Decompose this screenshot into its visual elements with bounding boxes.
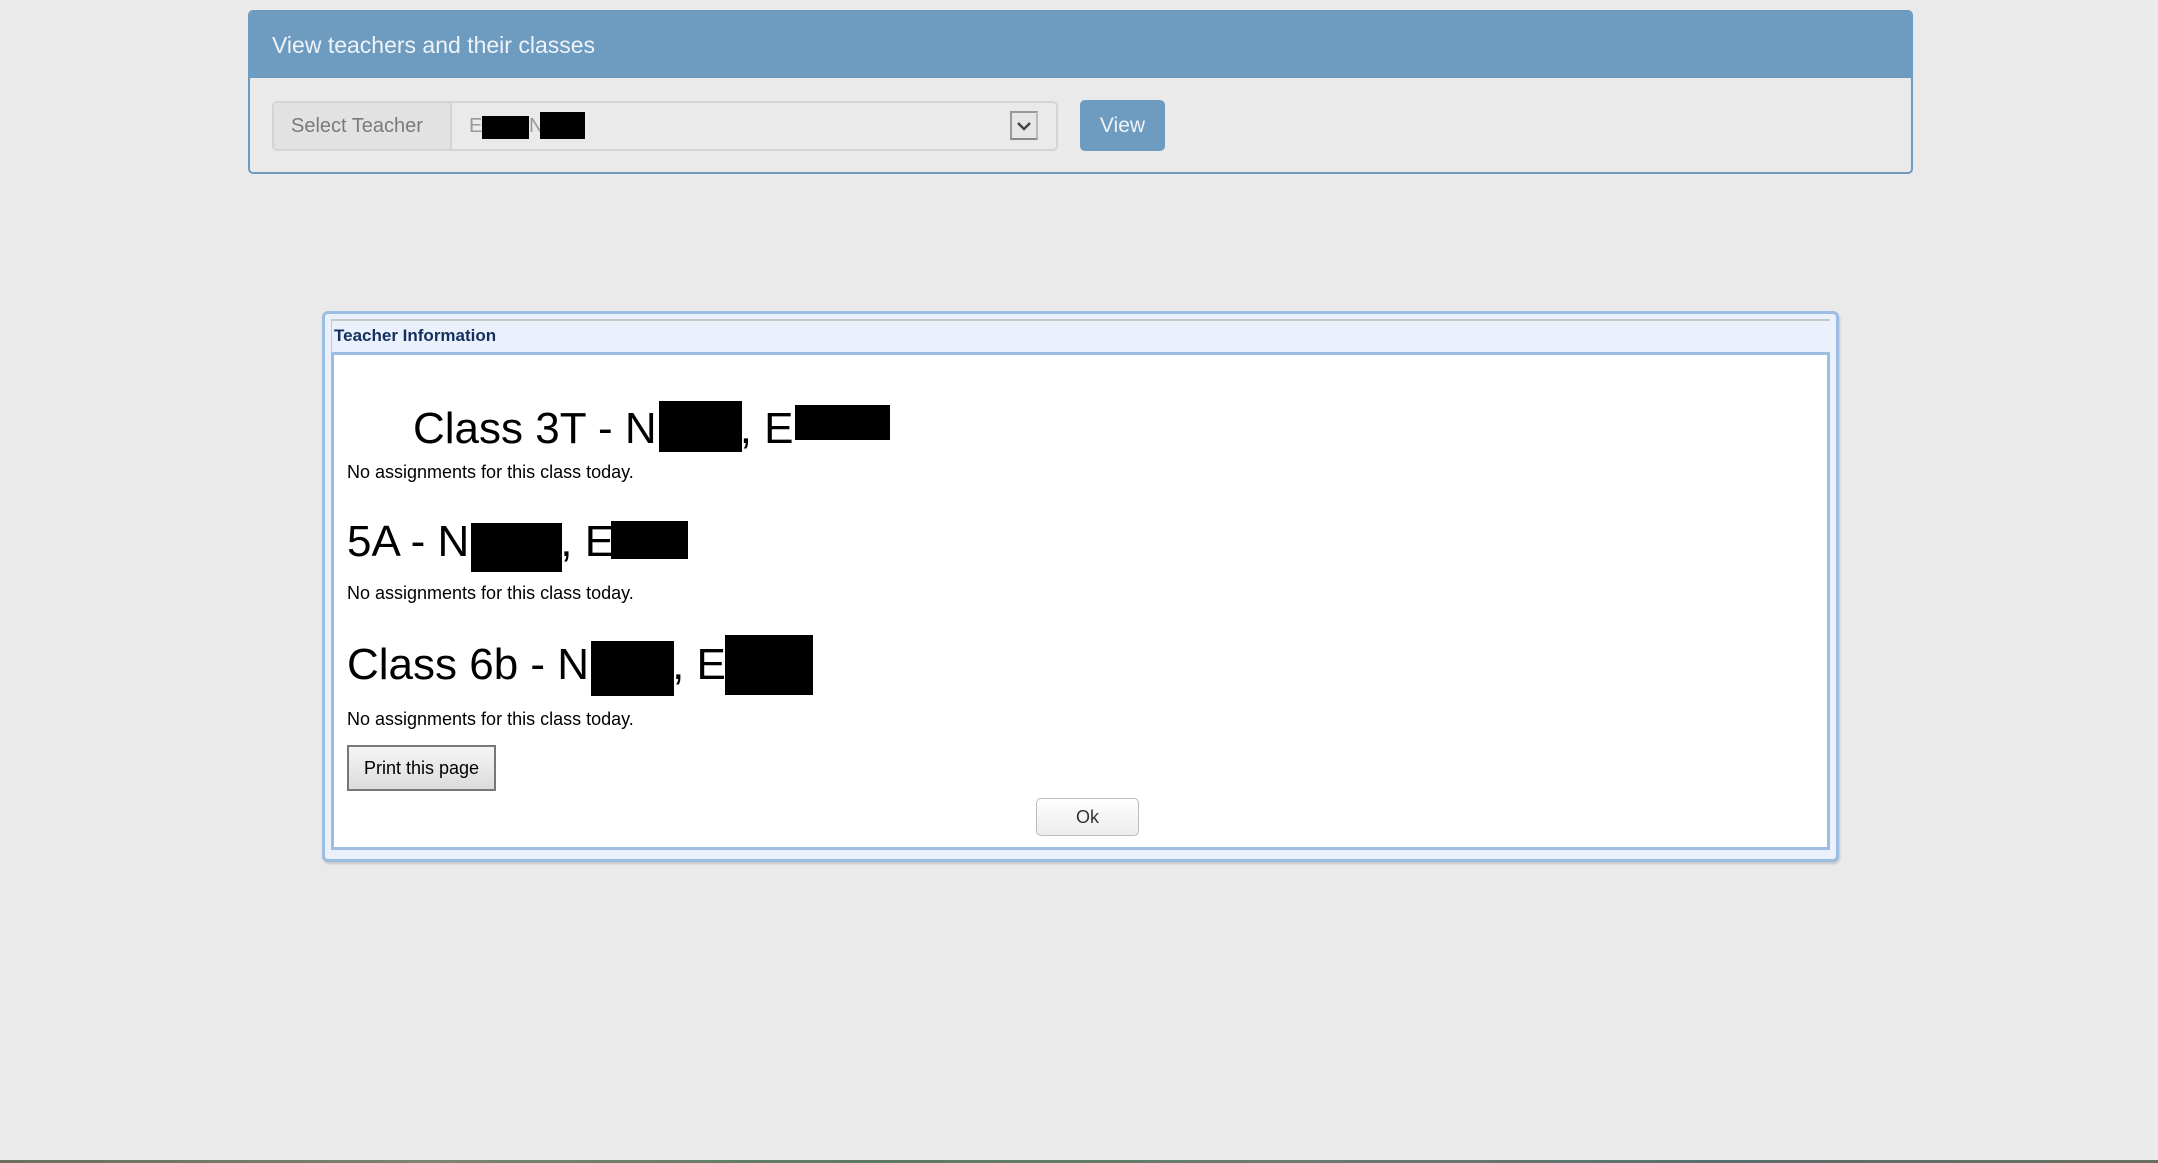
dialog-content: Class 3T - N , E No assignments for this … xyxy=(331,352,1830,850)
redacted-text xyxy=(795,405,890,440)
class-note: No assignments for this class today. xyxy=(347,462,634,482)
print-page-button[interactable]: Print this page xyxy=(347,745,496,791)
class-note: No assignments for this class today. xyxy=(347,709,634,729)
redacted-text xyxy=(659,401,742,452)
select-teacher-label: Select Teacher xyxy=(274,103,452,149)
class-heading-text: , E xyxy=(739,404,794,453)
teacher-information-dialog: Teacher Information Class 3T - N , E No a… xyxy=(322,311,1839,862)
class-heading-text: Class 3T - N xyxy=(413,404,657,453)
redacted-text xyxy=(725,635,813,695)
selected-teacher-initial: E xyxy=(469,115,483,137)
class-heading-text: , E xyxy=(672,640,726,689)
redacted-text xyxy=(471,523,562,572)
redacted-text xyxy=(540,112,585,139)
class-note: No assignments for this class today. xyxy=(347,583,634,603)
teacher-select[interactable]: E N xyxy=(452,103,1056,149)
chevron-down-icon[interactable] xyxy=(1010,111,1038,140)
dialog-title: Teacher Information xyxy=(331,319,1830,352)
redacted-text xyxy=(482,116,529,139)
panel-title: View teachers and their classes xyxy=(250,12,1911,78)
class-heading-text: Class 6b - N xyxy=(347,640,590,689)
teacher-select-group: Select Teacher E N xyxy=(272,101,1058,151)
ok-button[interactable]: Ok xyxy=(1036,798,1139,836)
view-button[interactable]: View xyxy=(1080,100,1165,151)
view-teachers-panel: View teachers and their classes Select T… xyxy=(248,10,1913,174)
class-heading-text: 5A - N xyxy=(347,517,470,566)
class-heading-text: , E xyxy=(560,517,615,566)
redacted-text xyxy=(611,521,688,559)
redacted-text xyxy=(591,641,674,696)
